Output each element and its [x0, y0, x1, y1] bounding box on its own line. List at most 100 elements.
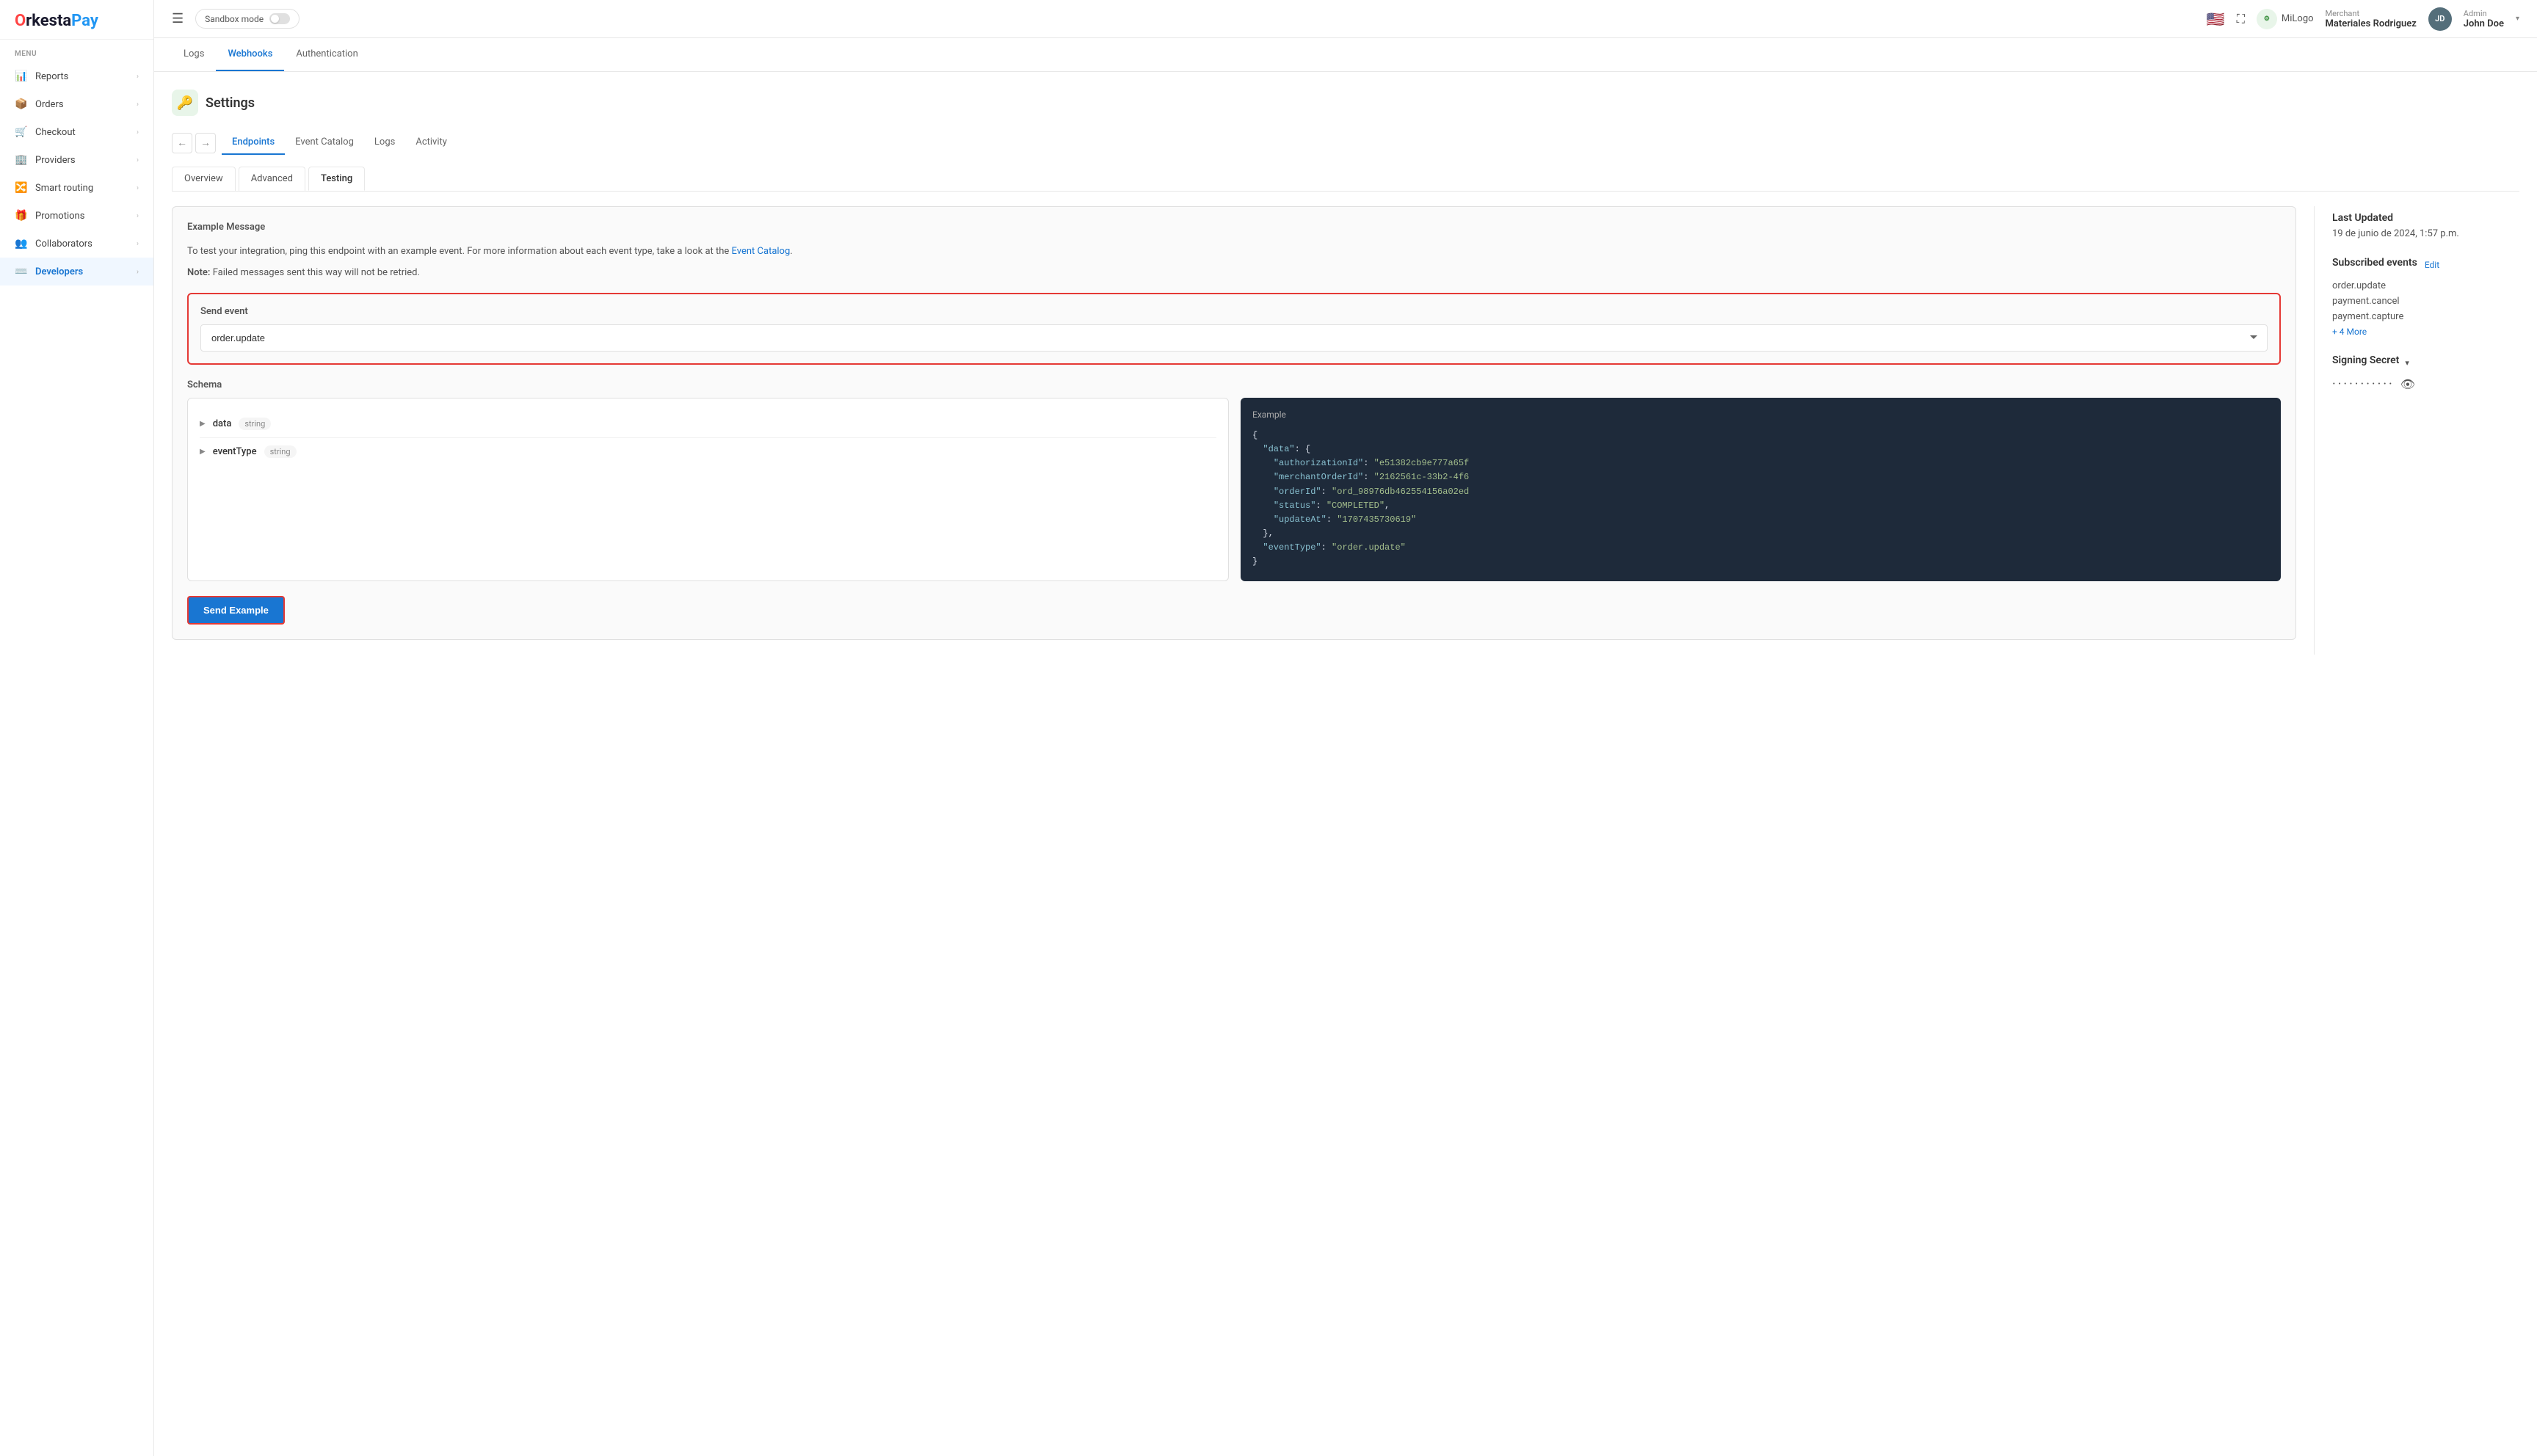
- tab-overview[interactable]: Overview: [172, 167, 236, 191]
- field-data: ▶ data string: [200, 410, 1216, 438]
- admin-label: Admin: [2464, 9, 2504, 18]
- settings-title: Settings: [206, 95, 255, 111]
- note-text: Note: Failed messages sent this way will…: [187, 267, 2281, 278]
- checkout-icon: 🛒: [15, 125, 28, 139]
- subscribed-event: order.update: [2332, 280, 2519, 291]
- hamburger-icon[interactable]: ☰: [172, 11, 184, 26]
- collaborators-icon: 👥: [15, 237, 28, 250]
- tab-authentication[interactable]: Authentication: [284, 38, 369, 71]
- event-catalog-link[interactable]: Event Catalog: [285, 131, 364, 155]
- tab-advanced[interactable]: Advanced: [239, 167, 305, 191]
- back-button[interactable]: ←: [172, 133, 192, 153]
- chevron-right-icon: ›: [137, 73, 139, 81]
- avatar: JD: [2428, 7, 2452, 31]
- field-expand-icon[interactable]: ▶: [200, 448, 206, 456]
- sidebar-item-label: Reports: [35, 71, 68, 82]
- schema-fields: ▶ data string ▶ eventType string: [187, 398, 1229, 581]
- sidebar-item-checkout[interactable]: 🛒 Checkout ›: [0, 118, 153, 146]
- chevron-right-icon: ›: [137, 101, 139, 109]
- subscribed-events-section: Subscribed events Edit order.update paym…: [2332, 257, 2519, 337]
- signing-secret-section: Signing Secret ▾ ··········· 👁: [2332, 354, 2519, 392]
- flag-icon[interactable]: 🇺🇸: [2207, 10, 2225, 28]
- signing-secret-dropdown-icon[interactable]: ▾: [2405, 358, 2409, 368]
- expand-icon[interactable]: ⛶: [2237, 12, 2245, 26]
- sidebar-item-providers[interactable]: 🏢 Providers ›: [0, 146, 153, 174]
- sidebar-item-label: Promotions: [35, 211, 84, 222]
- milogo-label: MiLogo: [2282, 13, 2314, 24]
- endpoints-link[interactable]: Endpoints: [222, 131, 285, 155]
- chevron-right-icon: ›: [137, 240, 139, 248]
- logo-o: O: [15, 12, 26, 30]
- logo-rkesta: rkesta: [26, 12, 71, 30]
- logs-subnav-link[interactable]: Logs: [364, 131, 405, 155]
- providers-icon: 🏢: [15, 153, 28, 167]
- sidebar-item-collaborators[interactable]: 👥 Collaborators ›: [0, 230, 153, 258]
- sidebar-item-smart-routing[interactable]: 🔀 Smart routing ›: [0, 174, 153, 202]
- activity-link[interactable]: Activity: [405, 131, 457, 155]
- toggle-pill: [269, 13, 290, 24]
- milogo-brand: ⚙ MiLogo: [2257, 9, 2314, 29]
- json-code: { "data": { "authorizationId": "e51382cb…: [1252, 429, 2269, 569]
- last-updated-value: 19 de junio de 2024, 1:57 p.m.: [2332, 228, 2519, 239]
- milogo-icon: ⚙: [2257, 9, 2277, 29]
- sidebar-item-label: Collaborators: [35, 239, 92, 250]
- sub-nav: ← → Endpoints Event Catalog Logs Activit…: [172, 131, 2519, 155]
- forward-button[interactable]: →: [195, 133, 216, 153]
- card-title: Example Message: [187, 222, 2281, 233]
- sub-tabs: Overview Advanced Testing: [172, 167, 2519, 192]
- reports-icon: 📊: [15, 70, 28, 83]
- main-area: ☰ Sandbox mode 🇺🇸 ⛶ ⚙ MiLogo: [154, 0, 2537, 1456]
- admin-name: John Doe: [2464, 18, 2504, 29]
- message-text: To test your integration, ping this endp…: [187, 244, 2281, 260]
- tab-testing[interactable]: Testing: [308, 167, 365, 191]
- example-json: Example { "data": { "authorizationId": "…: [1241, 398, 2281, 581]
- chevron-right-icon: ›: [137, 268, 139, 276]
- signing-secret-label: Signing Secret: [2332, 354, 2399, 366]
- last-updated-section: Last Updated 19 de junio de 2024, 1:57 p…: [2332, 212, 2519, 239]
- send-example-button[interactable]: Send Example: [187, 596, 285, 625]
- tab-logs[interactable]: Logs: [172, 38, 216, 71]
- sidebar-item-promotions[interactable]: 🎁 Promotions ›: [0, 202, 153, 230]
- subscribed-event: payment.capture: [2332, 311, 2519, 322]
- sidebar-item-reports[interactable]: 📊 Reports ›: [0, 62, 153, 90]
- subscribed-events-label: Subscribed events: [2332, 257, 2417, 269]
- sandbox-toggle[interactable]: Sandbox mode: [195, 9, 300, 29]
- chevron-right-icon: ›: [137, 128, 139, 136]
- sidebar-item-label: Developers: [35, 266, 83, 277]
- field-expand-icon[interactable]: ▶: [200, 420, 206, 428]
- field-type: string: [264, 445, 297, 458]
- tab-webhooks[interactable]: Webhooks: [216, 38, 284, 71]
- send-event-label: Send event: [200, 306, 2268, 317]
- chevron-right-icon: ›: [137, 184, 139, 192]
- example-message-card: Example Message To test your integration…: [172, 206, 2296, 640]
- admin-dropdown-icon[interactable]: ▾: [2516, 15, 2519, 23]
- sidebar-item-label: Checkout: [35, 127, 76, 138]
- content-area: Logs Webhooks Authentication 🔑 Settings …: [154, 38, 2537, 1456]
- settings-icon: 🔑: [172, 90, 198, 116]
- secret-dots: ···········: [2332, 376, 2395, 392]
- logo: OrkestaPay: [0, 0, 153, 40]
- merchant-info: Merchant Materiales Rodriguez: [2326, 9, 2417, 29]
- sidebar: OrkestaPay MENU 📊 Reports › 📦 Orders › 🛒…: [0, 0, 154, 1456]
- promotions-icon: 🎁: [15, 209, 28, 222]
- header: ☰ Sandbox mode 🇺🇸 ⛶ ⚙ MiLogo: [154, 0, 2537, 38]
- eye-icon[interactable]: 👁: [2400, 377, 2415, 391]
- subscribed-event: payment.cancel: [2332, 296, 2519, 307]
- sidebar-item-orders[interactable]: 📦 Orders ›: [0, 90, 153, 118]
- field-name: eventType: [213, 446, 257, 457]
- orders-icon: 📦: [15, 98, 28, 111]
- sandbox-label: Sandbox mode: [205, 14, 264, 24]
- chevron-right-icon: ›: [137, 156, 139, 164]
- event-select[interactable]: order.update payment.cancel payment.capt…: [200, 324, 2268, 352]
- secret-dots-row: ··········· 👁: [2332, 376, 2519, 392]
- field-event-type: ▶ eventType string: [200, 438, 1216, 465]
- sidebar-item-label: Providers: [35, 155, 76, 166]
- sidebar-item-label: Smart routing: [35, 183, 93, 194]
- admin-info: Admin John Doe: [2464, 9, 2504, 29]
- sidebar-item-developers[interactable]: ⌨️ Developers ›: [0, 258, 153, 285]
- field-name: data: [213, 418, 232, 429]
- more-events-link[interactable]: + 4 More: [2332, 327, 2519, 337]
- sidebar-item-label: Orders: [35, 99, 64, 110]
- edit-link[interactable]: Edit: [2425, 260, 2439, 270]
- event-catalog-link-inline[interactable]: Event Catalog: [732, 246, 791, 257]
